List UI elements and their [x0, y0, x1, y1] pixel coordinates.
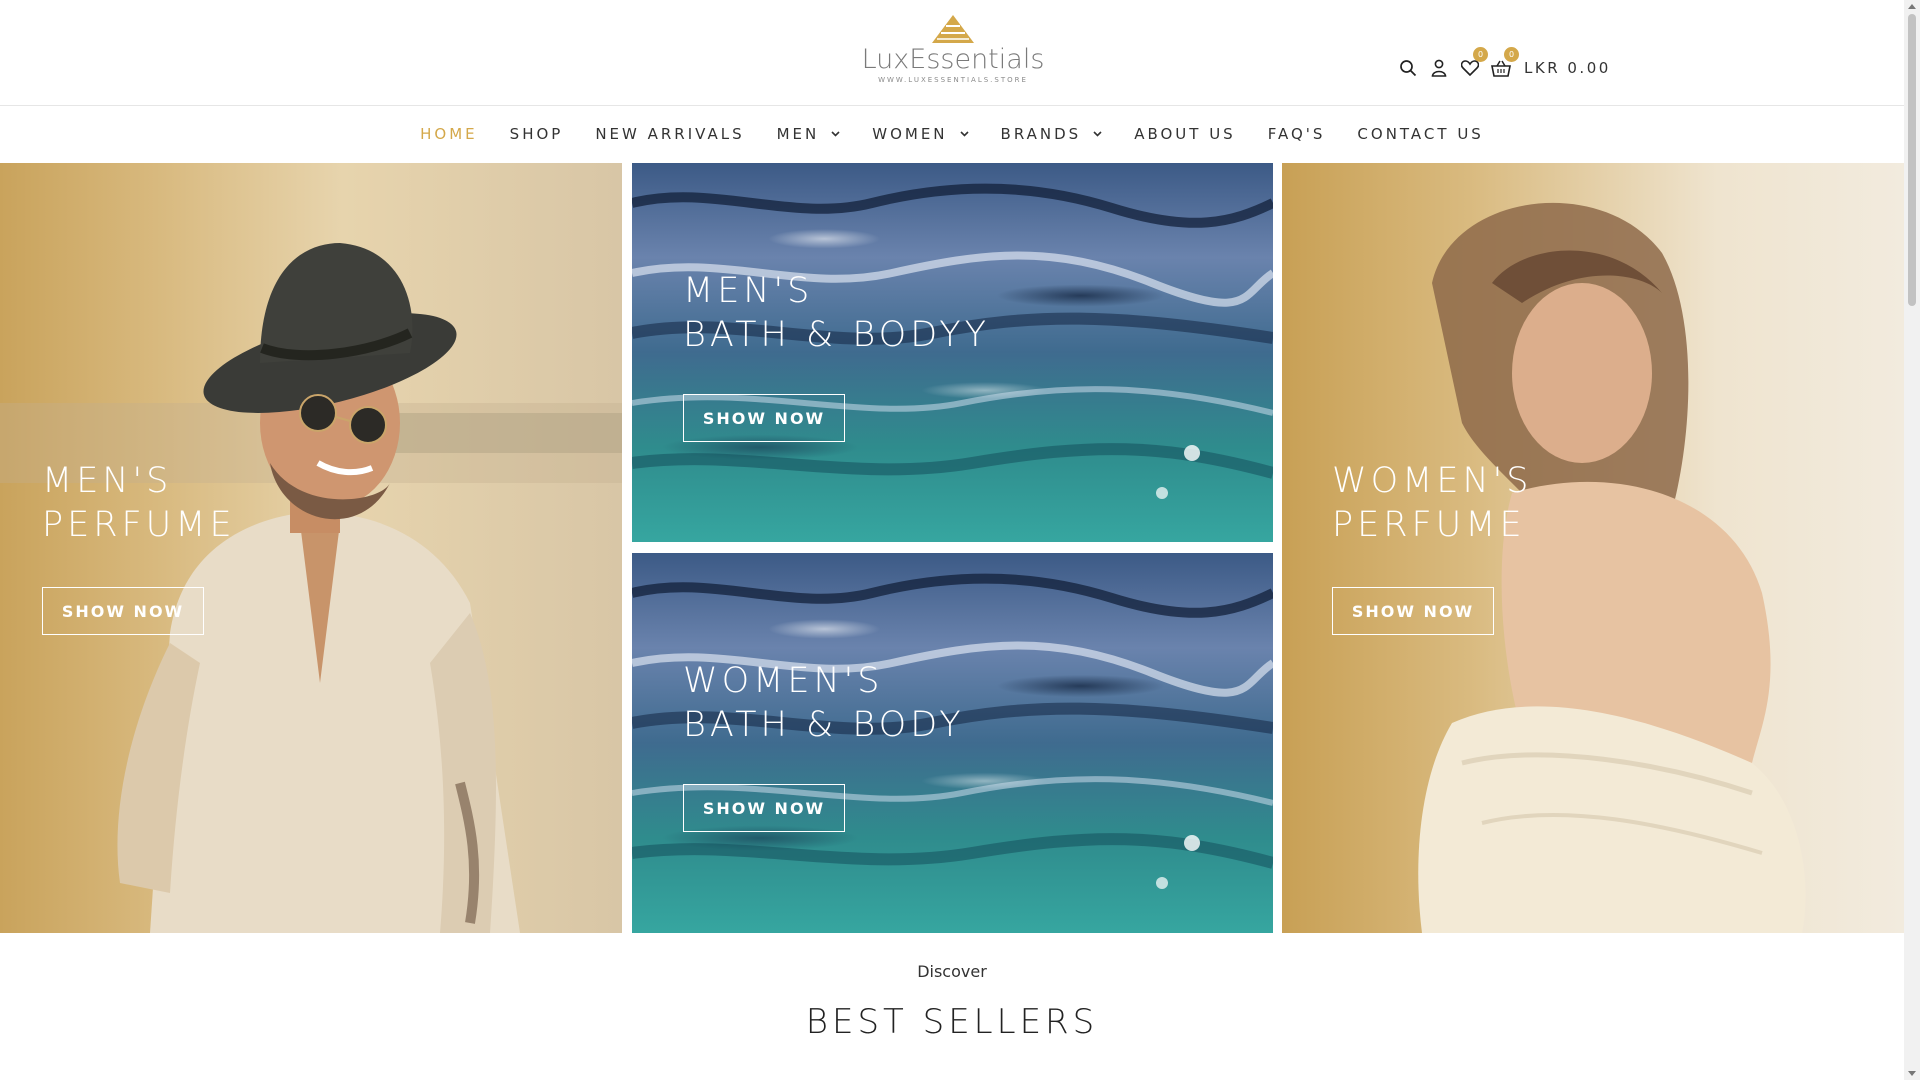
hero-mens-bath-body[interactable]: MEN'S BATH & BODYY SHOW NOW — [632, 163, 1273, 542]
nav-men[interactable]: MEN — [777, 125, 841, 143]
hero-mens-perfume-title: MEN'S PERFUME — [42, 459, 236, 547]
cart-button[interactable]: 0 — [1489, 47, 1519, 80]
nav-new-arrivals-label: NEW ARRIVALS — [595, 125, 745, 143]
header-icons: 0 0 LKR 0.00 — [1396, 47, 1611, 82]
scrollbar-thumb[interactable] — [1908, 14, 1916, 306]
logo-wordmark: LuxEssentials — [861, 44, 1045, 75]
nav-shop-label: SHOP — [509, 125, 564, 143]
pyramid-logo-icon — [932, 15, 974, 43]
heart-icon — [1461, 60, 1479, 76]
hero-title-line: WOMEN'S — [683, 661, 884, 701]
nav-faqs-label: FAQ'S — [1267, 125, 1326, 143]
hero-womens-bath-body[interactable]: WOMEN'S BATH & BODY SHOW NOW — [632, 553, 1273, 933]
hero-title-line: WOMEN'S — [1332, 461, 1533, 501]
nav-contact-us[interactable]: CONTACT US — [1357, 125, 1483, 143]
hero-mens-bath-body-title: MEN'S BATH & BODYY — [683, 269, 990, 357]
nav-brands-label: BRANDS — [1000, 125, 1082, 143]
nav-about-us[interactable]: ABOUT US — [1134, 125, 1236, 143]
hero-title-line: PERFUME — [42, 505, 236, 545]
womens-perfume-show-now-button[interactable]: SHOW NOW — [1332, 587, 1494, 635]
nav-brands[interactable]: BRANDS — [1001, 125, 1103, 143]
nav-faqs[interactable]: FAQ'S — [1268, 125, 1326, 143]
section-title: BEST SELLERS — [805, 1002, 1099, 1042]
scroll-up-icon[interactable] — [1908, 4, 1916, 9]
nav-contact-us-label: CONTACT US — [1357, 125, 1484, 143]
mens-perfume-show-now-button[interactable]: SHOW NOW — [42, 587, 204, 635]
cart-count-badge: 0 — [1504, 47, 1519, 62]
page-scrollbar[interactable] — [1904, 0, 1920, 1080]
hero-womens-bath-body-title: WOMEN'S BATH & BODY — [683, 659, 965, 747]
womens-bath-body-show-now-button[interactable]: SHOW NOW — [683, 784, 845, 832]
nav-women[interactable]: WOMEN — [872, 125, 969, 143]
man-in-hat-image — [0, 243, 622, 933]
nav-men-label: MEN — [776, 125, 820, 143]
nav-shop[interactable]: SHOP — [510, 125, 564, 143]
user-icon[interactable] — [1427, 56, 1451, 80]
basket-icon — [1491, 60, 1511, 77]
site-logo[interactable]: LuxEssentials WWW.LUXESSENTIALS.STORE — [858, 14, 1048, 94]
hero-mens-perfume[interactable]: MEN'S PERFUME SHOW NOW — [0, 163, 622, 933]
hero-womens-perfume-title: WOMEN'S PERFUME — [1332, 459, 1533, 547]
hero-title-line: PERFUME — [1332, 505, 1526, 545]
logo-url: WWW.LUXESSENTIALS.STORE — [878, 76, 1028, 84]
nav-about-us-label: ABOUT US — [1134, 125, 1236, 143]
nav-new-arrivals[interactable]: NEW ARRIVALS — [595, 125, 744, 143]
hero-womens-perfume[interactable]: WOMEN'S PERFUME SHOW NOW — [1282, 163, 1904, 933]
nav-women-label: WOMEN — [872, 125, 948, 143]
chevron-down-icon — [1093, 131, 1102, 137]
hero-title-line: BATH & BODY — [683, 705, 965, 745]
hero-title-line: MEN'S — [42, 461, 173, 501]
wishlist-count-badge: 0 — [1473, 47, 1488, 62]
main-nav: HOME SHOP NEW ARRIVALS MEN WOMEN BRANDS … — [0, 106, 1904, 162]
nav-home-label: HOME — [420, 125, 478, 143]
wishlist-button[interactable]: 0 — [1458, 47, 1488, 80]
scroll-down-icon[interactable] — [1908, 1071, 1916, 1076]
chevron-down-icon — [959, 131, 969, 137]
mens-bath-body-show-now-button[interactable]: SHOW NOW — [683, 394, 845, 442]
site-header: LuxEssentials WWW.LUXESSENTIALS.STORE 0 … — [0, 0, 1904, 106]
section-eyebrow: Discover — [917, 962, 987, 981]
cart-total[interactable]: LKR 0.00 — [1524, 59, 1611, 77]
nav-home[interactable]: HOME — [420, 125, 478, 143]
hero-title-line: BATH & BODYY — [683, 315, 991, 355]
woman-portrait-image — [1418, 202, 1806, 933]
page: LuxEssentials WWW.LUXESSENTIALS.STORE 0 … — [0, 0, 1904, 1080]
search-icon[interactable] — [1396, 56, 1420, 80]
chevron-down-icon — [831, 131, 840, 137]
hero-title-line: MEN'S — [683, 271, 814, 311]
